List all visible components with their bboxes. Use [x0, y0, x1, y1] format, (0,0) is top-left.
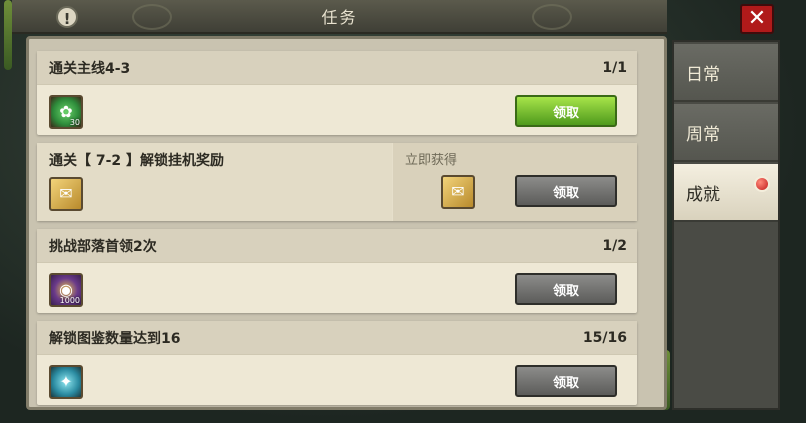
tab-label: 周常 [686, 124, 720, 145]
ornament-left [132, 4, 172, 30]
gem-glyph-icon: ✦ [59, 372, 73, 391]
close-button[interactable]: ✕ [740, 4, 774, 34]
task-body: ✿ 30 领取 [37, 85, 637, 135]
task-progress: 1/1 [602, 59, 627, 76]
task-row: 挑战部落首领2次 1/2 ◉ 1000 领取 [37, 229, 637, 313]
task-row: 通关【 7-2 】解锁挂机奖励 ✉ 立即获得 ✉ 领取 [37, 143, 637, 221]
task-row: 解锁图鉴数量达到16 15/16 ✦ 领取 [37, 321, 637, 405]
tab-label: 成就 [686, 184, 720, 205]
tab-weekly[interactable]: 周常 [674, 104, 778, 162]
green-crystal-icon[interactable]: ✿ 30 [49, 95, 83, 129]
claim-button[interactable]: 领取 [515, 95, 617, 127]
task-header: 解锁图鉴数量达到16 15/16 [37, 321, 637, 355]
tab-daily[interactable]: 日常 [674, 44, 778, 102]
task-header: 通关主线4-3 1/1 [37, 51, 637, 85]
ticket-scroll-icon[interactable]: ✉ [49, 177, 83, 211]
task-body: ◉ 1000 领取 [37, 263, 637, 313]
gold-coin-icon[interactable]: ◉ 1000 [49, 273, 83, 307]
cyan-gem-icon[interactable]: ✦ [49, 365, 83, 399]
task-panel: 通关主线4-3 1/1 ✿ 30 领取 通关【 7-2 】解锁挂机奖励 ✉ 立即… [26, 36, 667, 410]
title-bar: 任务 [12, 0, 667, 34]
ticket-glyph-icon: ✉ [59, 184, 73, 203]
tab-achievement[interactable]: 成就 [674, 164, 778, 222]
task-name: 挑战部落首领2次 [49, 238, 157, 255]
instant-label: 立即获得 [405, 153, 458, 168]
task-progress: 1/2 [602, 237, 627, 254]
reward-qty: 30 [69, 118, 80, 127]
tab-label: 日常 [686, 64, 720, 85]
claim-button[interactable]: 领取 [515, 175, 617, 207]
instant-reward-area: 立即获得 ✉ 领取 [393, 143, 637, 221]
ticket-scroll-icon[interactable]: ✉ [441, 175, 475, 209]
task-name: 通关主线4-3 [49, 60, 131, 77]
info-icon[interactable]: ! [56, 6, 78, 28]
ornament-right [532, 4, 572, 30]
task-header: 挑战部落首领2次 1/2 [37, 229, 637, 263]
task-name: 通关【 7-2 】解锁挂机奖励 [49, 153, 225, 169]
task-header: 通关【 7-2 】解锁挂机奖励 [37, 143, 392, 177]
reward-qty: 1000 [59, 296, 80, 305]
claim-button[interactable]: 领取 [515, 273, 617, 305]
task-row: 通关主线4-3 1/1 ✿ 30 领取 [37, 51, 637, 135]
task-name: 解锁图鉴数量达到16 [49, 330, 181, 347]
task-list[interactable]: 通关主线4-3 1/1 ✿ 30 领取 通关【 7-2 】解锁挂机奖励 ✉ 立即… [37, 51, 656, 407]
window-title: 任务 [321, 8, 358, 27]
category-tabs: 日常 周常 成就 [672, 40, 780, 410]
notification-badge [754, 176, 770, 192]
game-window: 任务 ! 通关主线4-3 1/1 ✿ 30 领取 通关【 7-2 】解锁挂机奖励… [0, 0, 806, 423]
task-left-area: 通关【 7-2 】解锁挂机奖励 ✉ [37, 143, 392, 221]
ticket-glyph-icon: ✉ [451, 182, 465, 201]
claim-button[interactable]: 领取 [515, 365, 617, 397]
task-progress: 15/16 [582, 329, 627, 346]
task-body: ✦ 领取 [37, 355, 637, 405]
vine-decoration [4, 0, 12, 70]
